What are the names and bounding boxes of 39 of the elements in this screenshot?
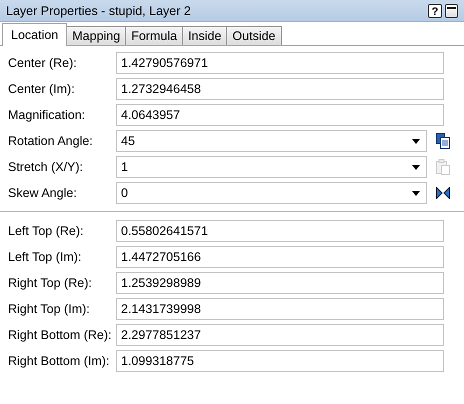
field-label: Right Bottom (Re): [8, 328, 113, 342]
field-label: Center (Im): [8, 82, 76, 96]
caret-icon [412, 138, 420, 144]
tab[interactable]: Mapping [66, 26, 126, 45]
combo-box[interactable]: 45 [116, 130, 427, 152]
field-label: Left Top (Im): [8, 250, 82, 264]
flip-icon [436, 187, 450, 199]
copy-button[interactable] [433, 131, 453, 151]
field-label: Stretch (X/Y): [8, 160, 84, 174]
field-label: Magnification: [8, 108, 86, 122]
tab[interactable]: Location [2, 23, 68, 46]
field-label: Right Top (Re): [8, 276, 93, 290]
input-field[interactable]: 4.0643957 [116, 104, 444, 126]
tab[interactable]: Inside [182, 26, 228, 45]
input-field[interactable]: 1.2539298989 [116, 272, 444, 294]
combo-box[interactable]: 0 [116, 182, 427, 204]
input-field[interactable]: 1.099318775 [116, 350, 444, 372]
input-field[interactable]: 1.4472705166 [116, 246, 444, 268]
field-label: Right Bottom (Im): [8, 354, 110, 368]
paste-icon [436, 159, 450, 175]
field-label: Rotation Angle: [8, 134, 94, 148]
input-field[interactable]: 1.2732946458 [116, 78, 444, 100]
input-field[interactable]: 2.1431739998 [116, 298, 444, 320]
field-label: Left Top (Re): [8, 224, 85, 238]
field-label: Right Top (Im): [8, 302, 91, 316]
field-label: Center (Re): [8, 56, 78, 70]
tab[interactable]: Formula [125, 26, 184, 45]
input-field[interactable]: 0.55802641571 [116, 220, 444, 242]
copy-icon [436, 133, 450, 149]
field-label: Skew Angle: [8, 186, 78, 200]
tab[interactable]: Outside [226, 26, 282, 45]
help-button[interactable]: ? [428, 4, 442, 18]
caret-icon [412, 164, 420, 170]
window-title: Layer Properties - stupid, Layer 2 [6, 4, 192, 18]
combo-box[interactable]: 1 [116, 156, 427, 178]
input-field[interactable]: 1.42790576971 [116, 52, 444, 74]
caret-icon [412, 190, 420, 196]
minimize-button[interactable] [445, 4, 458, 18]
input-field[interactable]: 2.2977851237 [116, 324, 444, 346]
